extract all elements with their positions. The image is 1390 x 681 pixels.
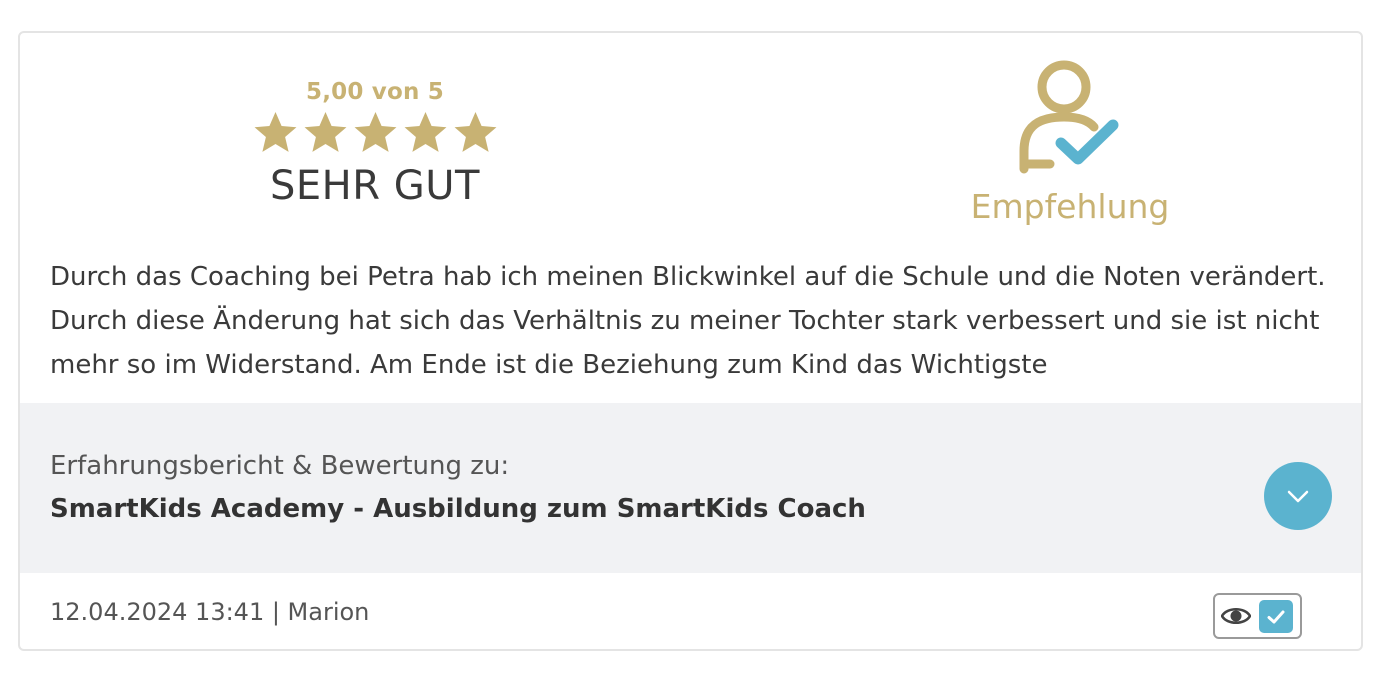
verified-check [1259, 600, 1293, 633]
check-icon [1267, 610, 1285, 623]
star-icon [254, 111, 296, 152]
recommendation-label: Empfehlung [970, 187, 1170, 226]
star-icon [454, 111, 496, 152]
rating-score: 5,00 von 5 [306, 79, 444, 105]
verified-badge[interactable] [1213, 593, 1302, 639]
star-icon [354, 111, 396, 152]
star-rating [230, 109, 520, 159]
expand-button[interactable] [1264, 462, 1332, 530]
product-name: SmartKids Academy - Ausbildung zum Smart… [50, 494, 866, 524]
star-icon [304, 111, 346, 152]
chevron-down-icon [1287, 490, 1309, 503]
rating-block: 5,00 von 5 SEHR GUT [230, 79, 520, 209]
user-check-icon [1019, 60, 1119, 174]
eye-icon [1221, 607, 1251, 625]
review-card: 5,00 von 5 SEHR GUT Empfehlung Durch das… [18, 31, 1363, 651]
recommendation-block: Empfehlung [950, 57, 1190, 226]
review-text: Durch das Coaching bei Petra hab ich mei… [50, 262, 1326, 380]
rating-label: SEHR GUT [270, 163, 480, 209]
product-panel: Erfahrungsbericht & Bewertung zu: SmartK… [20, 403, 1361, 573]
star-icon [404, 111, 446, 152]
review-meta: 12.04.2024 13:41 | Marion [50, 598, 370, 626]
product-intro: Erfahrungsbericht & Bewertung zu: [50, 451, 510, 481]
